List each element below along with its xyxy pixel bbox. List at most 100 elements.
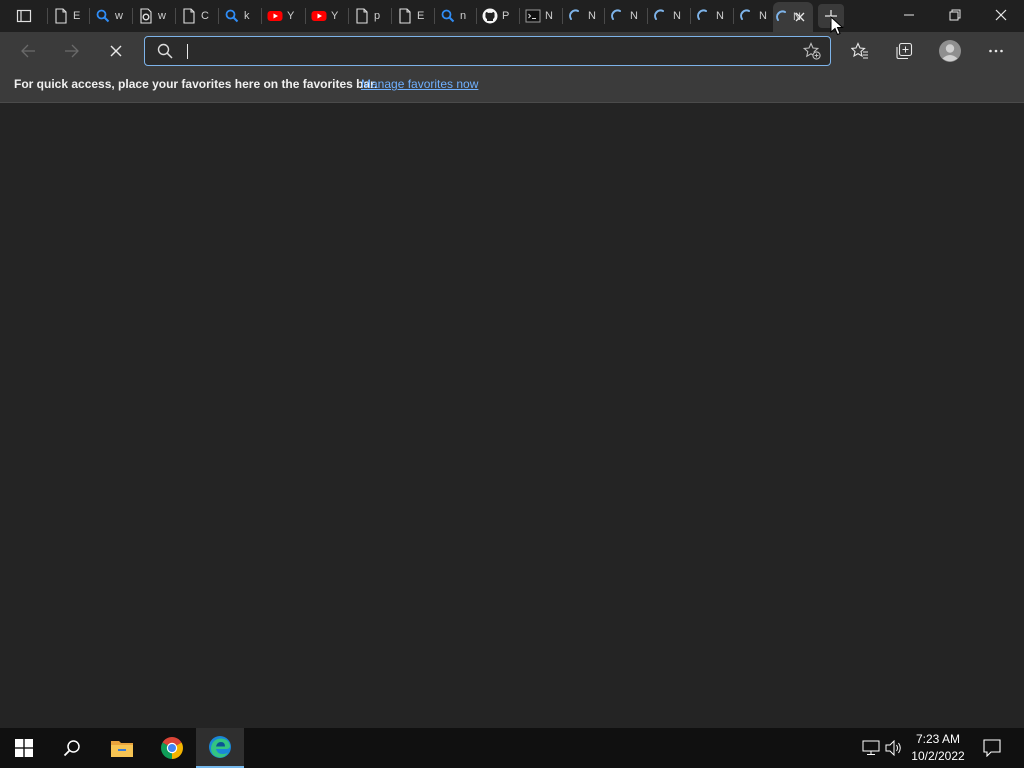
tab-separator	[391, 8, 392, 24]
favorites-bar-message: For quick access, place your favorites h…	[14, 77, 378, 91]
browser-tab[interactable]: k	[218, 5, 260, 27]
tab-title: C	[201, 10, 209, 22]
tab-title: p	[374, 10, 381, 22]
tab-title: w	[115, 10, 123, 22]
taskbar: 7:23 AM 10/2/2022	[0, 728, 1024, 768]
restore-button[interactable]	[932, 0, 978, 30]
youtube-icon	[311, 8, 327, 24]
browser-tab[interactable]: p	[348, 5, 390, 27]
tab-title: N	[630, 10, 638, 22]
chrome-icon	[161, 737, 183, 759]
mouse-cursor-icon	[830, 15, 844, 36]
address-input[interactable]	[185, 39, 789, 65]
tab-separator	[647, 8, 648, 24]
forward-button[interactable]	[57, 36, 87, 66]
browser-tab[interactable]: N	[733, 5, 773, 27]
edge-button[interactable]	[196, 728, 244, 768]
browser-tab[interactable]: C	[175, 5, 217, 27]
github-icon	[482, 8, 498, 24]
page-icon	[354, 8, 370, 24]
browser-tab[interactable]: N	[690, 5, 732, 27]
tab-title: Y	[287, 10, 295, 22]
loading-icon	[610, 8, 626, 24]
close-icon	[995, 9, 1007, 21]
tab-separator	[434, 8, 435, 24]
back-button[interactable]	[13, 36, 43, 66]
chrome-button[interactable]	[148, 728, 196, 768]
tab-title: Y	[331, 10, 339, 22]
tab-separator	[89, 8, 90, 24]
address-bar[interactable]	[144, 36, 831, 66]
search-icon	[95, 8, 111, 24]
favorites-bar: For quick access, place your favorites h…	[0, 70, 1024, 103]
browser-tab[interactable]: Y	[305, 5, 347, 27]
start-button[interactable]	[0, 728, 48, 768]
browser-tab[interactable]: E	[47, 5, 89, 27]
tab-separator	[733, 8, 734, 24]
settings-page-icon	[138, 8, 154, 24]
loading-icon	[696, 8, 712, 24]
tab-separator	[47, 8, 48, 24]
search-icon	[224, 8, 240, 24]
browser-tab[interactable]: E	[391, 5, 433, 27]
network-icon[interactable]	[861, 738, 881, 758]
tab-title: N	[716, 10, 724, 22]
browser-toolbar	[0, 32, 1024, 70]
manage-favorites-link[interactable]: Manage favorites now	[361, 77, 478, 91]
browser-tab[interactable]: N	[519, 5, 561, 27]
page-icon	[397, 8, 413, 24]
clock-date: 10/2/2022	[911, 749, 965, 763]
settings-more-button[interactable]	[981, 36, 1011, 66]
browser-tab[interactable]: P	[476, 5, 518, 27]
search-icon	[63, 740, 80, 757]
volume-icon[interactable]	[884, 738, 904, 758]
tab-separator	[519, 8, 520, 24]
browser-tab[interactable]: w	[89, 5, 131, 27]
close-window-button[interactable]	[978, 0, 1024, 30]
favorites-icon	[851, 42, 868, 59]
tab-separator	[476, 8, 477, 24]
browser-tab[interactable]: N	[647, 5, 689, 27]
browser-tab[interactable]: N	[562, 5, 604, 27]
browser-tab[interactable]: w	[132, 5, 174, 27]
tab-title: k	[244, 10, 250, 22]
avatar-icon	[939, 40, 961, 62]
terminal-icon	[525, 8, 541, 24]
browser-tab[interactable]: N	[773, 2, 813, 32]
tab-title: P	[502, 10, 510, 22]
notifications-icon[interactable]	[982, 738, 1002, 758]
loading-icon	[568, 8, 584, 24]
tab-title: n	[460, 10, 467, 22]
browser-tab[interactable]: N	[604, 5, 646, 27]
tab-actions-icon[interactable]	[10, 4, 38, 28]
tab-title: E	[417, 10, 425, 22]
windows-start-icon	[15, 739, 33, 757]
tab-title: w	[158, 10, 166, 22]
collections-icon	[896, 42, 913, 60]
tab-separator	[690, 8, 691, 24]
file-explorer-button[interactable]	[98, 728, 146, 768]
collections-button[interactable]	[889, 36, 919, 66]
tab-title: N	[588, 10, 596, 22]
stop-loading-button[interactable]	[101, 36, 131, 66]
restore-icon	[949, 9, 961, 21]
minimize-button[interactable]	[886, 0, 932, 30]
system-clock[interactable]: 7:23 AM 10/2/2022	[905, 731, 971, 765]
tab-separator	[175, 8, 176, 24]
loading-icon	[739, 8, 755, 24]
add-favorite-icon[interactable]	[803, 42, 821, 60]
tab-separator	[562, 8, 563, 24]
edge-icon	[209, 736, 231, 758]
profile-button[interactable]	[935, 36, 965, 66]
favorites-button[interactable]	[845, 36, 875, 66]
more-icon	[989, 49, 1003, 53]
browser-tab[interactable]: Y	[261, 5, 303, 27]
taskbar-search-button[interactable]	[48, 728, 96, 768]
close-tab-icon[interactable]	[791, 8, 809, 26]
page-content[interactable]	[0, 103, 1024, 728]
tab-separator	[305, 8, 306, 24]
close-icon	[110, 45, 122, 57]
tab-separator	[261, 8, 262, 24]
tab-strip: EwwCkYYpEnPNNNNNNN	[0, 0, 1024, 32]
browser-tab[interactable]: n	[434, 5, 476, 27]
